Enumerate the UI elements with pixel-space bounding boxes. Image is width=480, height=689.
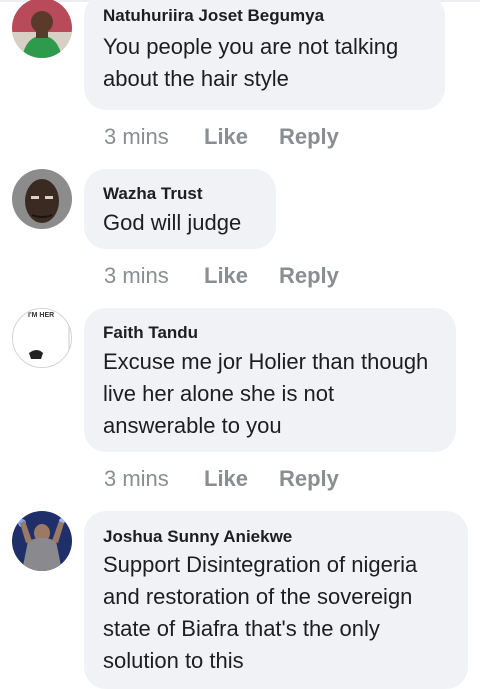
- like-button[interactable]: Like: [204, 464, 248, 494]
- comment-text: Excuse me jor Holier than though live he…: [103, 349, 429, 438]
- reply-button[interactable]: Reply: [279, 464, 339, 494]
- profile-photo-man-icon[interactable]: [12, 169, 72, 229]
- comment-bubble: Natuhuriira Joset Begumya You people you…: [84, 0, 445, 110]
- comment-text: You people you are not talking about the…: [103, 34, 399, 91]
- comment-text: Support Disintegration of nigeria and re…: [103, 552, 418, 673]
- comment-text: God will judge: [103, 210, 242, 235]
- profile-photo-poster-icon[interactable]: I'M HER: [12, 308, 72, 368]
- like-button[interactable]: Like: [204, 122, 248, 152]
- comment-time[interactable]: 3 mins: [104, 464, 169, 494]
- reply-button[interactable]: Reply: [279, 122, 339, 152]
- comment-bubble: Faith Tandu Excuse me jor Holier than th…: [84, 308, 456, 452]
- comment-author[interactable]: Joshua Sunny Aniekwe: [103, 527, 292, 547]
- comment-time[interactable]: 3 mins: [104, 261, 169, 291]
- comment-author[interactable]: Faith Tandu: [103, 323, 198, 343]
- comment-bubble: Joshua Sunny Aniekwe Support Disintegrat…: [84, 511, 468, 689]
- profile-photo-woman-icon[interactable]: [12, 0, 72, 58]
- comment-time[interactable]: 3 mins: [104, 122, 169, 152]
- comment-author[interactable]: Wazha Trust: [103, 184, 203, 204]
- comment-bubble: Wazha Trust God will judge: [84, 169, 276, 249]
- reply-button[interactable]: Reply: [279, 261, 339, 291]
- profile-photo-wrestler-icon[interactable]: [12, 511, 72, 571]
- like-button[interactable]: Like: [204, 261, 248, 291]
- comment-author[interactable]: Natuhuriira Joset Begumya: [103, 6, 324, 26]
- avatar-text: I'M HER: [28, 312, 54, 319]
